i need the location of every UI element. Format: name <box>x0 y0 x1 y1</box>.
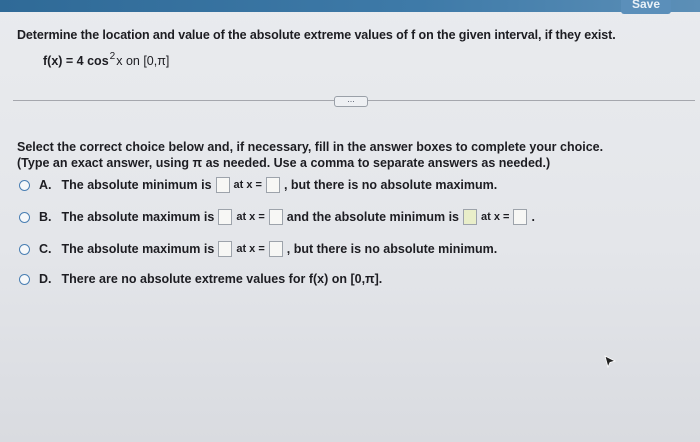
answer-box-b-min-x[interactable] <box>513 209 528 225</box>
instructions-line-1: Select the correct choice below and, if … <box>17 140 604 154</box>
answer-box-b-max[interactable] <box>218 209 233 225</box>
answer-box-b-max-x[interactable] <box>268 209 283 225</box>
more-button[interactable]: ... <box>334 95 368 107</box>
choice-c[interactable]: C. The absolute maximum is at x = , but … <box>19 241 497 257</box>
choice-c-text-3: , but there is no absolute minimum. <box>286 242 498 256</box>
instructions: Select the correct choice below and, if … <box>17 139 603 171</box>
answer-box-a-min[interactable] <box>215 177 230 193</box>
choice-a-text-1: The absolute minimum is <box>61 178 212 192</box>
choice-b-text-1: The absolute maximum is <box>61 210 215 224</box>
choice-d[interactable]: D. There are no absolute extreme values … <box>19 272 382 286</box>
choice-a[interactable]: A. The absolute minimum is at x = , but … <box>19 177 497 193</box>
choice-b-text-2: at x = <box>236 211 265 223</box>
function-lhs: f(x) = 4 cos <box>43 54 109 68</box>
mouse-cursor-icon <box>604 355 617 369</box>
choice-b-letter: B. <box>39 210 52 224</box>
radio-b[interactable] <box>19 211 30 223</box>
save-button[interactable]: Save <box>621 0 671 14</box>
top-bar <box>0 0 700 12</box>
choice-b-text-5: . <box>531 210 535 224</box>
choice-d-text-1: There are no absolute extreme values for… <box>61 272 383 286</box>
function-exponent: 2 <box>109 51 116 62</box>
choice-d-letter: D. <box>39 272 52 286</box>
choice-b-text-3: and the absolute minimum is <box>286 210 460 224</box>
radio-a[interactable] <box>19 179 30 191</box>
question-prompt: Determine the location and value of the … <box>17 28 616 42</box>
function-rhs: x on [0,π] <box>116 54 170 68</box>
choice-c-text-2: at x = <box>236 243 265 255</box>
choice-c-text-1: The absolute maximum is <box>61 242 215 256</box>
answer-box-b-min[interactable] <box>463 209 478 225</box>
choice-b[interactable]: B. The absolute maximum is at x = and th… <box>19 209 535 225</box>
answer-box-c-x[interactable] <box>268 241 283 257</box>
answer-box-a-x[interactable] <box>265 177 280 193</box>
choice-b-text-4: at x = <box>481 211 510 223</box>
choice-c-letter: C. <box>39 242 52 256</box>
radio-c[interactable] <box>19 243 30 255</box>
radio-d[interactable] <box>19 273 30 285</box>
choice-a-text-3: , but there is no absolute maximum. <box>283 178 498 192</box>
function-definition: f(x) = 4 cos 2 x on [0,π] <box>43 51 170 68</box>
answer-box-c-max[interactable] <box>218 241 233 257</box>
instructions-line-2: (Type an exact answer, using π as needed… <box>17 156 551 170</box>
choice-a-text-2: at x = <box>233 179 262 191</box>
choice-a-letter: A. <box>39 178 52 192</box>
